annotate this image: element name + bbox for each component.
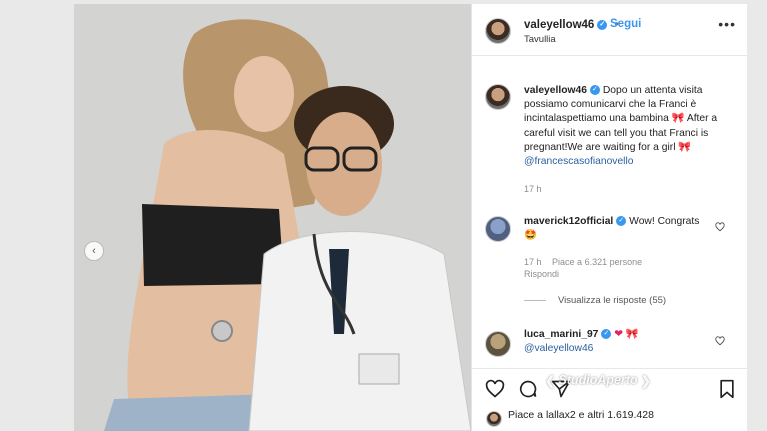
- like-comment-heart-icon[interactable]: [715, 336, 725, 346]
- comment-avatar[interactable]: [485, 331, 511, 357]
- studio-aperto-watermark: ❮ StudioAperto ❯: [545, 373, 652, 388]
- comment-text: maverick12official ✓ Wow! Congrats 🤩: [524, 216, 700, 242]
- author-username[interactable]: valeyellow46 ✓ •: [524, 19, 619, 31]
- caption-time: 17 h: [524, 184, 542, 194]
- watermark-chevron-left: ❮: [545, 373, 556, 388]
- red-heart-emoji-icon: ❤: [614, 329, 623, 340]
- comment-username[interactable]: maverick12official: [524, 216, 613, 227]
- pink-bow-emoji-icon: 🎀: [678, 141, 692, 153]
- comment-meta: 17 h Piace a 6.321 persone: [524, 257, 643, 267]
- pink-bow-emoji-icon: 🎀: [671, 113, 685, 125]
- comment-username[interactable]: luca_marini_97: [524, 329, 598, 340]
- verified-icon: ✓: [597, 19, 608, 30]
- reply-button[interactable]: Rispondi: [524, 269, 559, 279]
- watermark-chevron-right: ❯: [640, 373, 652, 388]
- likes-count[interactable]: Piace a lallax2 e altri 1.619.428: [508, 409, 654, 421]
- location-link[interactable]: Tavullia: [524, 34, 556, 45]
- verified-icon: ✓: [616, 216, 627, 227]
- follow-button[interactable]: Segui: [610, 18, 641, 30]
- liker-avatar[interactable]: [486, 411, 502, 427]
- comment-text: luca_marini_97 ✓ ❤ 🎀 @valeyellow46: [524, 328, 704, 356]
- caption-text: valeyellow46 ✓ Dopo un attenta visita pos…: [524, 84, 734, 169]
- caption-mention[interactable]: @francescasofianovello: [524, 156, 633, 167]
- starstruck-emoji-icon: 🤩: [524, 230, 537, 242]
- post-photo: ‹: [74, 4, 471, 431]
- verified-icon: ✓: [601, 329, 612, 340]
- caption-avatar[interactable]: [485, 84, 511, 110]
- replies-divider: [524, 299, 546, 301]
- verified-icon: ✓: [589, 85, 600, 96]
- like-comment-heart-icon[interactable]: [715, 222, 725, 232]
- video-frame: ‹ valeyellow46 ✓ • Segui ••• Tavullia val…: [0, 0, 767, 431]
- caption-username[interactable]: valeyellow46: [524, 85, 587, 96]
- view-replies-button[interactable]: Visualizza le risposte (55): [524, 295, 666, 306]
- pink-bow-emoji-icon: 🎀: [625, 329, 639, 340]
- comment-bubble-icon[interactable]: [518, 379, 538, 399]
- comment-mention[interactable]: @valeyellow46: [524, 343, 593, 354]
- like-heart-icon[interactable]: [485, 379, 505, 399]
- previous-photo-button[interactable]: ‹: [84, 241, 104, 261]
- post-header: valeyellow46 ✓ • Segui ••• Tavullia: [472, 4, 747, 56]
- comment-avatar[interactable]: [485, 216, 511, 242]
- comment-likes[interactable]: Piace a 6.321 persone: [552, 257, 642, 267]
- author-avatar[interactable]: [485, 18, 511, 44]
- more-icon[interactable]: •••: [718, 16, 736, 32]
